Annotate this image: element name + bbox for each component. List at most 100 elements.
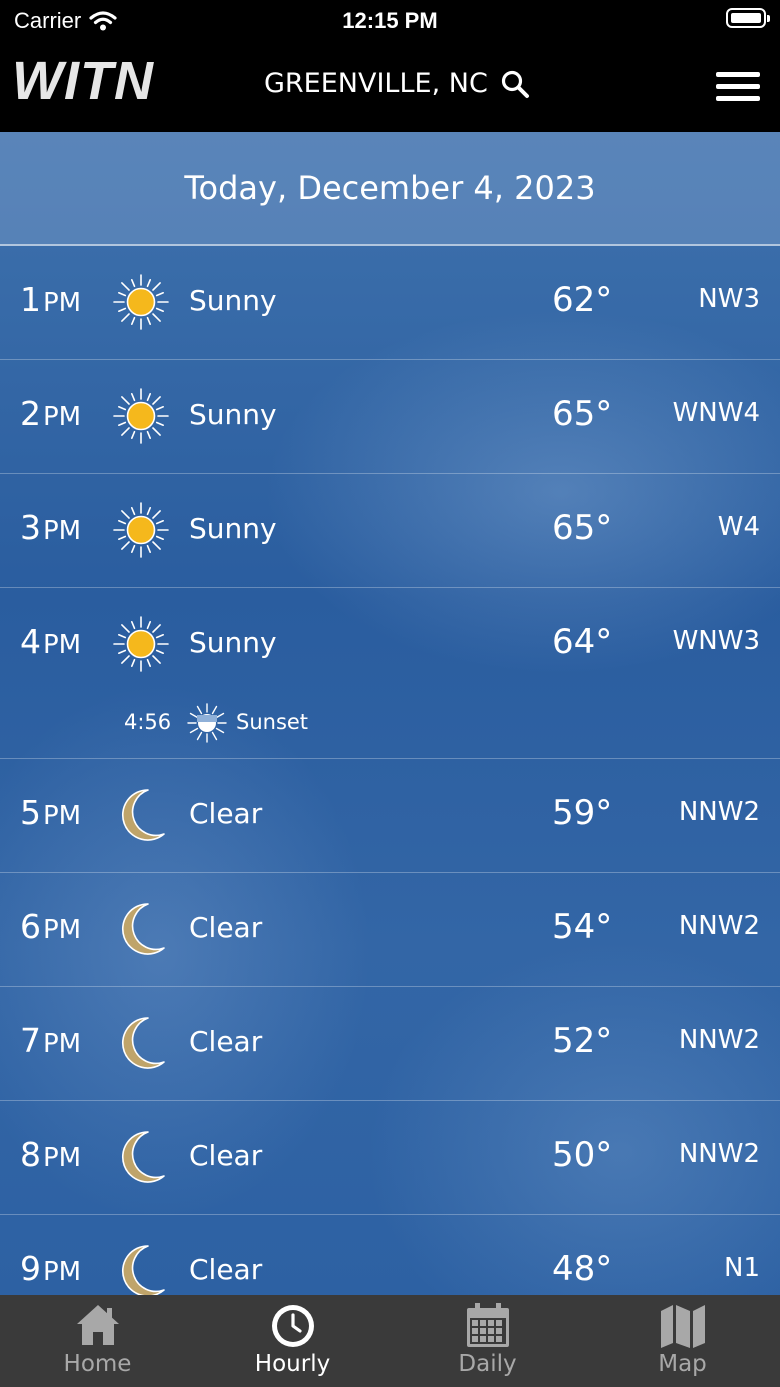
sun-icon — [112, 387, 170, 445]
temperature: 62° — [552, 280, 613, 320]
tab-label: Hourly — [254, 1351, 331, 1377]
tab-bar: Home Hourly Daily Map — [0, 1295, 780, 1387]
hour-number: 1 — [20, 280, 41, 319]
wind: NNW2 — [678, 911, 760, 941]
temperature: 54° — [552, 907, 613, 947]
sunset-label: Sunset — [236, 710, 309, 734]
hour-label: 9PM — [20, 1249, 81, 1288]
tab-hourly[interactable]: Hourly — [195, 1295, 390, 1387]
tab-daily[interactable]: Daily — [390, 1295, 585, 1387]
temperature: 52° — [552, 1021, 613, 1061]
wind: N1 — [724, 1253, 760, 1283]
hour-label: 4PM — [20, 622, 81, 661]
hour-number: 9 — [20, 1249, 41, 1288]
app-header: WITN GREENVILLE, NC — [0, 40, 780, 132]
wind: NNW2 — [678, 797, 760, 827]
sunset-time: 4:56 — [124, 710, 172, 734]
hourly-row[interactable]: 3PM Sunny 65° W4 — [0, 474, 780, 588]
sun-icon — [112, 615, 170, 673]
hourly-row[interactable]: 1PM Sunny 62° NW3 — [0, 246, 780, 360]
hourly-row[interactable]: 8PM Clear 50° NNW2 — [0, 1101, 780, 1215]
hour-ampm: PM — [43, 288, 82, 318]
temperature: 65° — [552, 508, 613, 548]
tab-label: Home — [63, 1351, 132, 1377]
condition-label: Clear — [189, 1253, 263, 1286]
hour-label: 1PM — [20, 280, 81, 319]
tab-map[interactable]: Map — [585, 1295, 780, 1387]
home-icon — [76, 1305, 119, 1345]
hour-ampm: PM — [43, 630, 82, 660]
hour-number: 5 — [20, 793, 41, 832]
wind: WNW4 — [672, 398, 760, 428]
temperature: 48° — [552, 1249, 613, 1289]
hourly-row[interactable]: 4PM Sunny 64° WNW3 4:56 Sunset — [0, 588, 780, 759]
moon-icon — [112, 1242, 170, 1295]
hourly-row[interactable]: 9PM Clear 48° N1 — [0, 1215, 780, 1295]
tab-home[interactable]: Home — [0, 1295, 195, 1387]
status-bar: Carrier 12:15 PM — [0, 0, 780, 40]
status-time: 12:15 PM — [342, 8, 438, 33]
location-label: GREENVILLE, NC — [264, 68, 488, 99]
hour-ampm: PM — [43, 1257, 82, 1287]
condition-label: Sunny — [189, 398, 277, 431]
condition-label: Sunny — [189, 512, 277, 545]
tab-label: Daily — [458, 1351, 517, 1377]
hour-number: 7 — [20, 1021, 41, 1060]
hourly-forecast[interactable]: Today, December 4, 2023 1PM Sunny 62° NW3 2P… — [0, 132, 780, 1295]
wind: WNW3 — [672, 626, 760, 656]
condition-label: Sunny — [189, 284, 277, 317]
moon-icon — [112, 900, 170, 958]
search-icon[interactable] — [500, 69, 530, 99]
location-selector[interactable]: GREENVILLE, NC — [264, 68, 530, 99]
hour-label: 5PM — [20, 793, 81, 832]
sun-icon — [112, 273, 170, 331]
temperature: 65° — [552, 394, 613, 434]
hour-ampm: PM — [43, 516, 82, 546]
moon-icon — [112, 786, 170, 844]
witn-logo[interactable]: WITN — [12, 50, 154, 112]
clock-icon — [271, 1305, 314, 1347]
hour-number: 2 — [20, 394, 41, 433]
hour-number: 6 — [20, 907, 41, 946]
temperature: 64° — [552, 622, 613, 662]
battery-icon — [726, 8, 770, 28]
hour-ampm: PM — [43, 1029, 82, 1059]
temperature: 50° — [552, 1135, 613, 1175]
hour-label: 7PM — [20, 1021, 81, 1060]
temperature: 59° — [552, 793, 613, 833]
wind: W4 — [717, 512, 760, 542]
date-header: Today, December 4, 2023 — [0, 132, 780, 246]
hourly-row[interactable]: 7PM Clear 52° NNW2 — [0, 987, 780, 1101]
hour-label: 2PM — [20, 394, 81, 433]
hour-number: 4 — [20, 622, 41, 661]
moon-icon — [112, 1128, 170, 1186]
hamburger-menu-icon[interactable] — [714, 70, 762, 102]
hour-number: 8 — [20, 1135, 41, 1174]
wind: NNW2 — [678, 1025, 760, 1055]
tab-label: Map — [658, 1351, 707, 1377]
sunset-icon — [186, 702, 228, 744]
hour-ampm: PM — [43, 915, 82, 945]
condition-label: Sunny — [189, 626, 277, 659]
wind: NNW2 — [678, 1139, 760, 1169]
hourly-row[interactable]: 6PM Clear 54° NNW2 — [0, 873, 780, 987]
hour-ampm: PM — [43, 1143, 82, 1173]
hourly-list: 1PM Sunny 62° NW3 2PM Sunny 65° WNW4 3PM Sunny 65°… — [0, 246, 780, 1295]
condition-label: Clear — [189, 911, 263, 944]
condition-label: Clear — [189, 1025, 263, 1058]
moon-icon — [112, 1014, 170, 1072]
wind: NW3 — [698, 284, 760, 314]
hour-number: 3 — [20, 508, 41, 547]
hour-label: 6PM — [20, 907, 81, 946]
condition-label: Clear — [189, 1139, 263, 1172]
hour-ampm: PM — [43, 402, 82, 432]
hourly-row[interactable]: 5PM Clear 59° NNW2 — [0, 759, 780, 873]
sun-icon — [112, 501, 170, 559]
hour-label: 3PM — [20, 508, 81, 547]
map-icon — [660, 1305, 705, 1348]
hour-label: 8PM — [20, 1135, 81, 1174]
calendar-icon — [466, 1303, 509, 1347]
condition-label: Clear — [189, 797, 263, 830]
hour-ampm: PM — [43, 801, 82, 831]
hourly-row[interactable]: 2PM Sunny 65° WNW4 — [0, 360, 780, 474]
